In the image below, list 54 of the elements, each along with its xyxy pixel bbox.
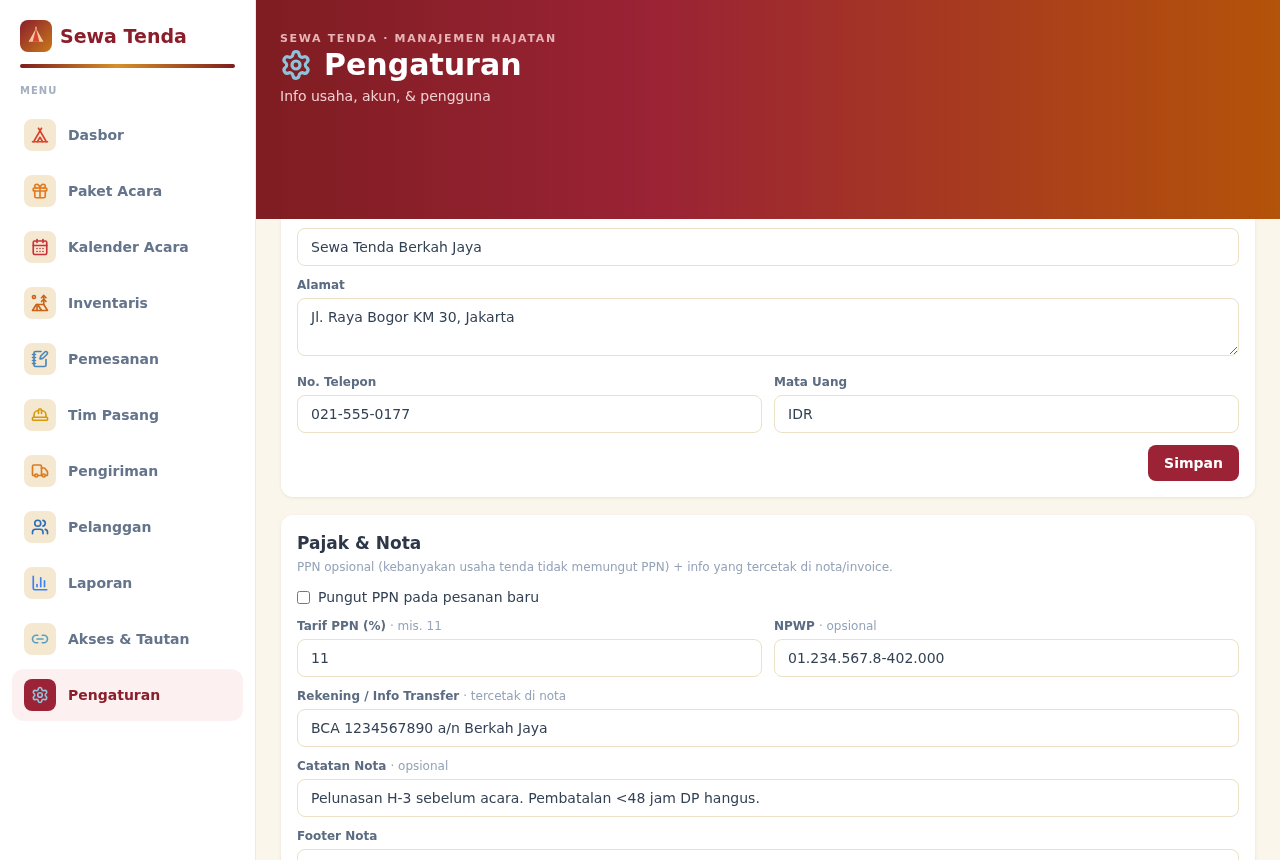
users-icon [24,511,56,543]
settings-icon [24,679,56,711]
input-field[interactable]: BCA 1234567890 a/n Berkah Jaya [297,709,1239,747]
truck-icon [24,455,56,487]
input-field[interactable]: IDR [774,395,1239,433]
nav-item[interactable]: Kalender Acara [12,221,243,273]
calendar-icon [24,231,56,263]
field-hint: · opsional [818,618,877,634]
tent-icon [24,119,56,151]
hard-hat-icon [24,399,56,431]
field-hint: · tercetak di nota [463,688,567,704]
bar-chart-icon [24,567,56,599]
field-label: NPWP [774,618,815,634]
section-label: MENU [20,84,58,98]
header-eyebrow: SEWA TENDA · MANAJEMEN HAJATAN [280,31,557,47]
brand-name: Sewa Tenda [60,23,187,49]
nav-item[interactable]: Tim Pasang [12,389,243,441]
input-field[interactable]: Pelunasan H-3 sebelum acara. Pembatalan <48 jam DP hangus. [297,779,1239,817]
settings-icon [280,49,312,81]
field-hint: · mis. 11 [389,618,442,634]
nav-item[interactable]: Laporan [12,557,243,609]
nav-item[interactable]: Dasbor [12,109,243,161]
input-field[interactable]: 11 [297,639,762,677]
field-label: Rekening / Info Transfer [297,688,460,704]
input-field[interactable]: 01.234.567.8-402.000 [774,639,1239,677]
field-label: Alamat [297,277,345,293]
checkbox-label: Pungut PPN pada pesanan baru [318,588,540,607]
save-button[interactable]: Simpan [1148,445,1239,481]
link-icon [24,623,56,655]
nav-item[interactable]: Pengaturan [12,669,243,721]
card-title: Pajak & Nota [297,532,422,555]
field-label: No. Telepon [297,374,377,390]
input-field[interactable]: 021-555-0177 [297,395,762,433]
checkbox[interactable] [297,590,310,604]
card-description: PPN opsional (kebanyakan usaha tenda tidak memungut PPN) + info yang tercetak di nota/invoice. [297,559,893,575]
field-label: Footer Nota [297,828,378,844]
input-field[interactable]: Sewa Tenda Berkah Jaya [297,228,1239,266]
logo-icon [20,20,52,52]
page-title: Pengaturan [324,47,522,83]
notebook-pen-icon [24,343,56,375]
nav-item[interactable]: Pengiriman [12,445,243,497]
field-label: Catatan Nota [297,758,387,774]
page-subtitle: Info usaha, akun, & pengguna [280,87,491,106]
field-label: Tarif PPN (%) [297,618,386,634]
field-label: Mata Uang [774,374,848,390]
tent-tree-icon [24,287,56,319]
nav-item[interactable]: Paket Acara [12,165,243,217]
textarea-field[interactable]: Jl. Raya Bogor KM 30, Jakarta [297,298,1239,356]
nav-item[interactable]: Pemesanan [12,333,243,385]
field-hint: · opsional [390,758,449,774]
gift-icon [24,175,56,207]
nav-item[interactable]: Pelanggan [12,501,243,553]
nav-item[interactable]: Akses & Tautan [12,613,243,665]
nav-item[interactable]: Inventaris [12,277,243,329]
